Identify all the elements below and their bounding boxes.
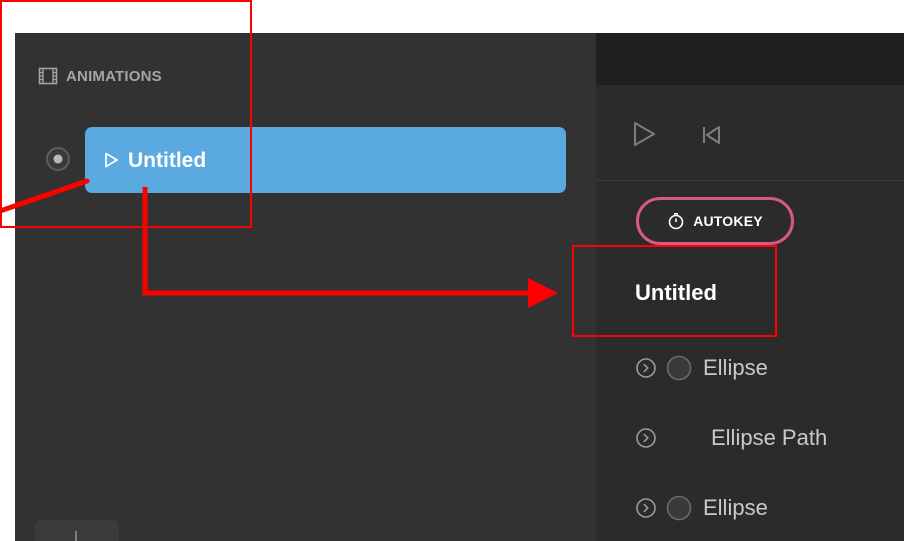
ellipse-icon [665,494,693,522]
autokey-button[interactable]: AUTOKEY [636,197,794,245]
chevron-right-circle-icon[interactable] [635,427,657,449]
plus-icon [75,531,77,541]
layer-label: Ellipse [703,355,768,380]
stopwatch-icon [667,212,685,230]
animation-list-item[interactable]: Untitled [85,127,566,193]
chevron-right-circle-icon[interactable] [635,357,657,379]
animation-label: Untitled [128,148,207,172]
skip-back-icon [699,126,723,151]
layer-row[interactable]: Ellipse [635,352,768,384]
timeline-title: Untitled [635,280,717,305]
add-animation-button[interactable] [35,520,119,541]
play-icon [630,122,658,152]
autokey-label: AUTOKEY [693,213,763,229]
ellipse-icon [665,354,693,382]
layer-label: Ellipse Path [711,425,828,450]
skip-back-button[interactable] [699,123,723,147]
layer-row[interactable]: Ellipse Path [635,422,827,454]
animations-header: ANIMATIONS [38,63,162,89]
film-icon [38,66,58,86]
timeline-header [596,33,904,85]
animations-panel [15,33,596,541]
animations-title: ANIMATIONS [66,67,162,85]
play-button[interactable] [630,120,658,148]
chevron-right-circle-icon[interactable] [635,497,657,519]
layer-label: Ellipse [703,495,768,520]
play-outline-icon [102,151,120,169]
layer-row[interactable]: Ellipse [635,492,768,524]
radio-icon[interactable] [45,146,71,172]
controls-divider [596,180,904,181]
